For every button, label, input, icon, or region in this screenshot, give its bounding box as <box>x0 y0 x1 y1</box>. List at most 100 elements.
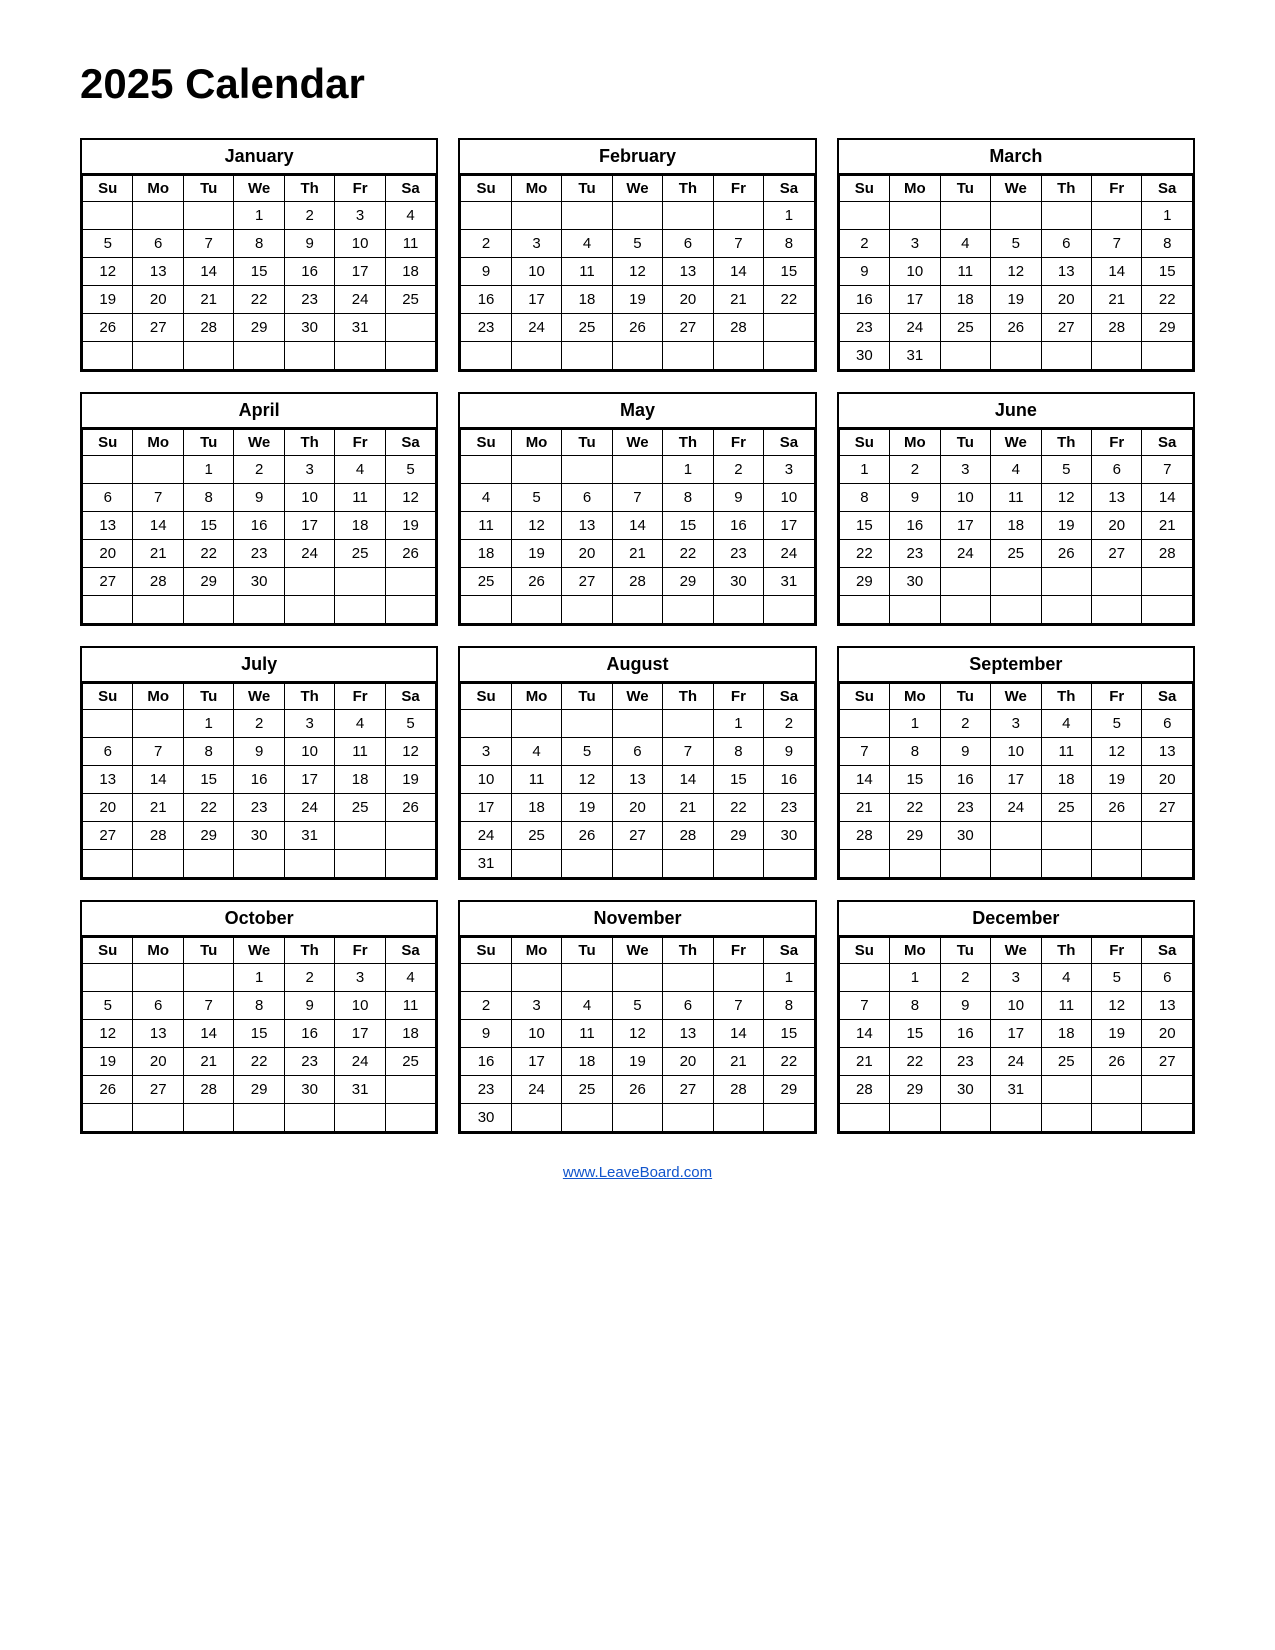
day-cell <box>991 596 1041 624</box>
day-cell: 16 <box>461 286 511 314</box>
week-row: 1234 <box>83 202 436 230</box>
day-cell <box>461 596 511 624</box>
day-cell: 29 <box>183 568 233 596</box>
day-cell: 21 <box>612 540 662 568</box>
day-cell <box>940 568 990 596</box>
day-cell: 28 <box>713 314 763 342</box>
day-header-we: We <box>612 430 662 456</box>
day-header-su: Su <box>839 176 889 202</box>
day-cell <box>1142 850 1193 878</box>
day-cell: 3 <box>991 710 1041 738</box>
day-cell: 5 <box>511 484 561 512</box>
day-cell: 15 <box>234 258 284 286</box>
day-cell: 15 <box>839 512 889 540</box>
day-cell: 28 <box>1142 540 1193 568</box>
day-cell: 13 <box>83 766 133 794</box>
day-cell: 7 <box>839 992 889 1020</box>
day-cell: 17 <box>461 794 511 822</box>
day-cell: 23 <box>890 540 940 568</box>
day-cell <box>839 202 889 230</box>
day-cell: 20 <box>1142 1020 1193 1048</box>
day-cell: 20 <box>133 286 183 314</box>
day-header-sa: Sa <box>1142 430 1193 456</box>
day-cell: 16 <box>839 286 889 314</box>
week-row: 14151617181920 <box>839 1020 1192 1048</box>
day-cell <box>1092 850 1142 878</box>
month-table-october: SuMoTuWeThFrSa12345678910111213141516171… <box>82 937 436 1132</box>
day-cell: 29 <box>183 822 233 850</box>
day-cell <box>839 964 889 992</box>
day-header-sa: Sa <box>1142 938 1193 964</box>
week-row: 11121314151617 <box>461 512 814 540</box>
day-cell <box>663 342 713 370</box>
day-cell <box>562 596 612 624</box>
month-table-february: SuMoTuWeThFrSa12345678910111213141516171… <box>460 175 814 370</box>
week-row: 30 <box>461 1104 814 1132</box>
day-cell: 19 <box>385 512 436 540</box>
day-cell: 9 <box>713 484 763 512</box>
week-row: 19202122232425 <box>83 286 436 314</box>
day-cell: 20 <box>83 794 133 822</box>
week-row: 2728293031 <box>83 822 436 850</box>
day-header-tu: Tu <box>183 176 233 202</box>
day-cell: 27 <box>1142 1048 1193 1076</box>
day-cell: 4 <box>385 964 436 992</box>
week-row: 31 <box>461 850 814 878</box>
day-cell: 30 <box>713 568 763 596</box>
day-cell: 16 <box>713 512 763 540</box>
day-cell <box>511 964 561 992</box>
day-cell: 16 <box>234 766 284 794</box>
day-cell <box>385 568 436 596</box>
day-cell <box>562 202 612 230</box>
day-cell <box>385 1104 436 1132</box>
week-row: 78910111213 <box>839 992 1192 1020</box>
week-row: 12131415161718 <box>83 1020 436 1048</box>
day-cell: 27 <box>663 314 713 342</box>
footer-link[interactable]: www.LeaveBoard.com <box>80 1164 1195 1181</box>
day-cell: 7 <box>713 992 763 1020</box>
week-row: 45678910 <box>461 484 814 512</box>
day-cell: 27 <box>1041 314 1091 342</box>
day-header-mo: Mo <box>890 176 940 202</box>
day-cell: 23 <box>461 314 511 342</box>
day-cell: 8 <box>839 484 889 512</box>
day-cell: 16 <box>764 766 815 794</box>
day-cell: 8 <box>890 738 940 766</box>
month-title-october: October <box>82 902 436 937</box>
month-table-april: SuMoTuWeThFrSa12345678910111213141516171… <box>82 429 436 624</box>
day-cell: 25 <box>1041 1048 1091 1076</box>
day-cell: 16 <box>940 1020 990 1048</box>
day-cell: 13 <box>83 512 133 540</box>
week-row: 10111213141516 <box>461 766 814 794</box>
day-cell: 26 <box>385 540 436 568</box>
day-cell <box>83 850 133 878</box>
month-title-december: December <box>839 902 1193 937</box>
week-row: 9101112131415 <box>461 258 814 286</box>
day-cell <box>713 850 763 878</box>
day-cell: 15 <box>1142 258 1193 286</box>
day-cell <box>612 202 662 230</box>
day-cell <box>1041 1104 1091 1132</box>
day-cell: 22 <box>890 1048 940 1076</box>
day-cell: 13 <box>663 1020 713 1048</box>
day-cell <box>991 202 1041 230</box>
day-header-mo: Mo <box>890 938 940 964</box>
day-cell: 3 <box>511 992 561 1020</box>
week-row: 891011121314 <box>839 484 1192 512</box>
page-title: 2025 Calendar <box>80 60 1195 108</box>
day-cell <box>1041 202 1091 230</box>
day-header-tu: Tu <box>183 430 233 456</box>
day-cell <box>511 596 561 624</box>
day-header-th: Th <box>284 430 334 456</box>
day-cell: 25 <box>461 568 511 596</box>
day-cell <box>991 1104 1041 1132</box>
week-row: 232425262728 <box>461 314 814 342</box>
day-cell: 7 <box>1142 456 1193 484</box>
day-cell <box>133 964 183 992</box>
day-header-we: We <box>234 176 284 202</box>
day-header-mo: Mo <box>890 430 940 456</box>
day-header-sa: Sa <box>764 176 815 202</box>
day-cell: 24 <box>511 1076 561 1104</box>
week-row <box>839 596 1192 624</box>
day-cell <box>1142 596 1193 624</box>
